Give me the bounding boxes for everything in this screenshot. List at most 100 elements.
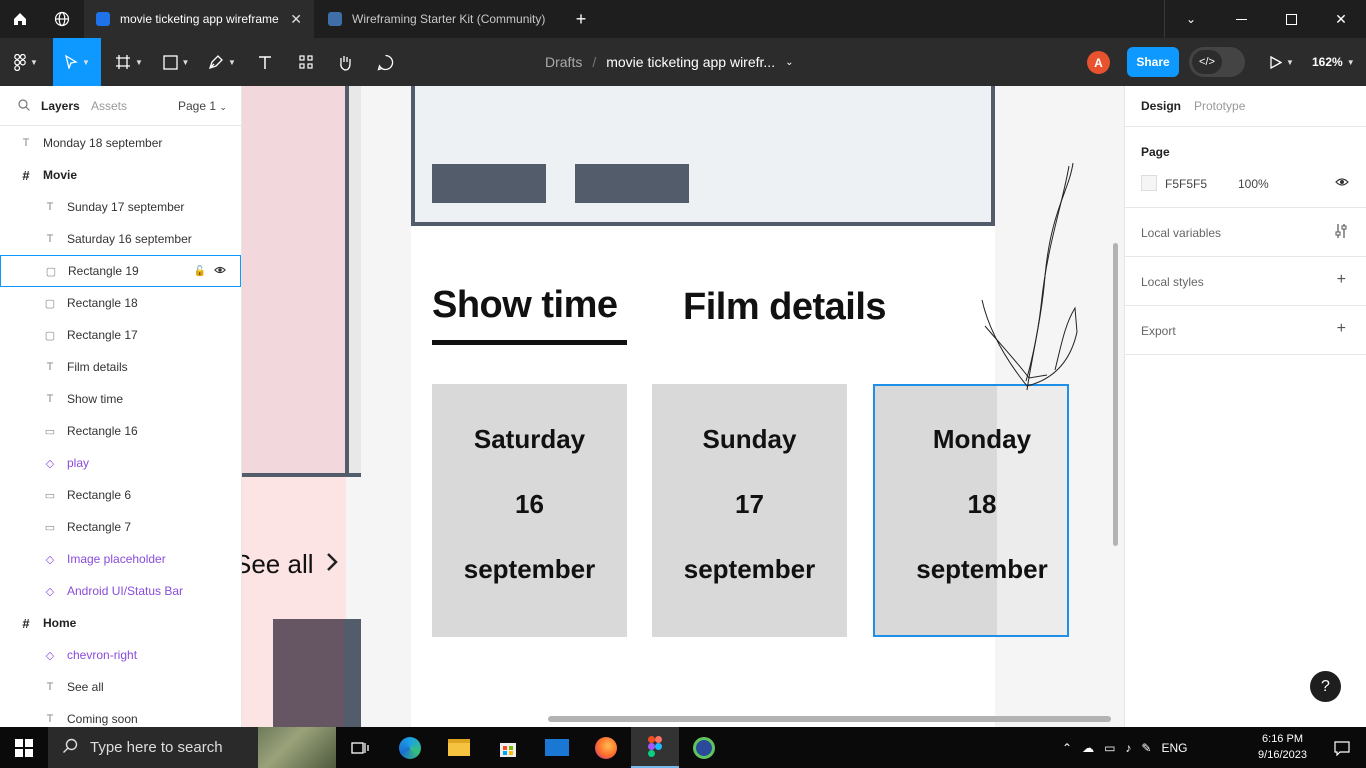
layer-item[interactable]: T See all [0, 671, 241, 703]
tab-movie-ticketing[interactable]: movie ticketing app wireframe ✕ [84, 0, 314, 38]
breadcrumb-drafts[interactable]: Drafts [545, 54, 582, 70]
sliders-icon[interactable] [1334, 223, 1348, 242]
windows-start-icon[interactable] [0, 727, 48, 768]
edge-icon[interactable] [386, 727, 434, 768]
layer-item[interactable]: T Sunday 17 september [0, 191, 241, 223]
show-time-tab[interactable]: Show time [432, 284, 618, 327]
eye-icon[interactable] [214, 264, 226, 279]
taskbar-search[interactable]: Type here to search [48, 727, 336, 768]
comment-tool-icon[interactable] [370, 38, 400, 86]
local-variables-section[interactable]: Local variables [1125, 208, 1366, 257]
layer-item[interactable]: T Monday 18 september [0, 127, 241, 159]
shape-tool-button[interactable]: ▼ [156, 38, 196, 86]
globe-icon[interactable] [42, 0, 82, 38]
home-icon[interactable] [0, 0, 40, 38]
export-section[interactable]: Export + [1125, 306, 1366, 355]
layer-item[interactable]: ▢ Rectangle 17 [0, 319, 241, 351]
layer-item[interactable]: ▭ Rectangle 6 [0, 479, 241, 511]
present-button[interactable]: ▼ [1262, 38, 1302, 86]
design-panel: Design Prototype Page F5F5F5 100% Local … [1124, 86, 1366, 727]
figma-menu-button[interactable]: ▼ [6, 38, 46, 86]
notification-icon[interactable] [1318, 727, 1366, 768]
tab-design[interactable]: Design [1141, 99, 1181, 113]
layer-item[interactable]: ▭ Rectangle 16 [0, 415, 241, 447]
layer-item[interactable]: # Movie [0, 159, 241, 191]
layer-item[interactable]: T Film details [0, 351, 241, 383]
page-color-hex[interactable]: F5F5F5 [1165, 177, 1207, 191]
mail-icon[interactable] [533, 727, 581, 768]
layer-item[interactable]: ▢ Rectangle 18 [0, 287, 241, 319]
app-icon[interactable] [680, 727, 728, 768]
design-panel-tabs: Design Prototype [1125, 86, 1366, 127]
resources-tool-button[interactable] [290, 38, 322, 86]
firefox-icon[interactable] [582, 727, 630, 768]
move-tool-button[interactable]: ▼ [53, 38, 101, 86]
share-button[interactable]: Share [1127, 47, 1179, 77]
language-indicator[interactable]: ENG [1161, 741, 1187, 755]
minimize-icon[interactable] [1226, 0, 1256, 38]
vertical-scrollbar[interactable] [1113, 243, 1118, 546]
home-frame-image-area [242, 86, 360, 477]
tab-layers[interactable]: Layers [41, 99, 80, 113]
hand-drawn-arrow[interactable] [977, 156, 1087, 396]
avatar[interactable]: A [1087, 51, 1110, 74]
layer-item[interactable]: ◇ Image placeholder [0, 543, 241, 575]
page-selector[interactable]: Page 1 ⌄ [178, 99, 227, 113]
tab-wireframing-kit[interactable]: Wireframing Starter Kit (Community) [316, 0, 561, 38]
layer-item[interactable]: ◇ play [0, 447, 241, 479]
horizontal-scrollbar[interactable] [548, 716, 1111, 722]
task-view-icon[interactable] [336, 727, 384, 768]
new-tab-icon[interactable]: + [566, 0, 596, 38]
pen-tool-button[interactable]: ▼ [202, 38, 242, 86]
search-icon[interactable] [18, 99, 30, 114]
eye-icon[interactable] [1335, 175, 1349, 192]
local-styles-section[interactable]: Local styles + [1125, 257, 1366, 306]
help-button[interactable]: ? [1310, 671, 1341, 702]
chevron-down-icon[interactable]: ⌄ [785, 57, 793, 68]
volume-icon[interactable]: ♪ [1125, 741, 1131, 755]
file-explorer-icon[interactable] [435, 727, 483, 768]
layer-item[interactable]: # Home [0, 607, 241, 639]
date-card-monday-selected[interactable]: Monday 18 september [873, 384, 1069, 637]
tab-assets[interactable]: Assets [91, 99, 127, 113]
play-button-rect-2[interactable] [575, 164, 689, 203]
design-canvas[interactable]: See all Show time Film details Saturday … [242, 86, 1124, 727]
layer-item[interactable]: T Coming soon [0, 703, 241, 727]
network-icon[interactable]: ▭ [1104, 741, 1115, 755]
file-name[interactable]: movie ticketing app wirefr... [606, 54, 775, 70]
layer-item[interactable]: ◇ chevron-right [0, 639, 241, 671]
dev-mode-toggle[interactable]: </> [1189, 47, 1245, 77]
page-color-swatch[interactable] [1141, 175, 1157, 191]
play-button-rect[interactable] [432, 164, 546, 203]
plus-icon[interactable]: + [1337, 320, 1346, 338]
onedrive-icon[interactable]: ☁ [1082, 741, 1094, 755]
layer-item[interactable]: T Show time [0, 383, 241, 415]
plus-icon[interactable]: + [1337, 271, 1346, 289]
layer-item[interactable]: T Saturday 16 september [0, 223, 241, 255]
layer-item[interactable]: ◇ Android UI/Status Bar [0, 575, 241, 607]
frame-tool-button[interactable]: ▼ [108, 38, 150, 86]
store-icon[interactable] [484, 727, 532, 768]
film-details-tab[interactable]: Film details [683, 286, 887, 329]
close-icon[interactable]: ✕ [290, 11, 302, 28]
hand-tool-icon[interactable] [330, 38, 360, 86]
layer-item[interactable]: ▭ Rectangle 7 [0, 511, 241, 543]
figma-app-icon[interactable] [631, 727, 679, 768]
unlock-icon[interactable]: 🔓 [194, 266, 206, 277]
rectangle-layer-icon: ▭ [44, 425, 56, 438]
text-tool-button[interactable] [250, 38, 280, 86]
clock[interactable]: 6:16 PM 9/16/2023 [1255, 731, 1310, 763]
maximize-icon[interactable] [1276, 0, 1306, 38]
date-card-sunday[interactable]: Sunday 17 september [652, 384, 847, 637]
chevron-up-icon[interactable]: ⌃ [1062, 741, 1072, 755]
chevron-down-icon[interactable]: ⌄ [1176, 0, 1206, 38]
pen-icon[interactable]: ✎ [1141, 741, 1151, 755]
window-close-icon[interactable]: ✕ [1326, 0, 1356, 38]
tab-prototype[interactable]: Prototype [1194, 99, 1245, 113]
page-opacity[interactable]: 100% [1238, 177, 1269, 191]
zoom-dropdown[interactable]: 162% ▼ [1312, 38, 1355, 86]
active-tab-underline [432, 340, 627, 345]
layer-item[interactable]: ▢ Rectangle 19 🔓 [0, 255, 241, 287]
image-placeholder[interactable] [411, 86, 995, 226]
date-card-saturday[interactable]: Saturday 16 september [432, 384, 627, 637]
